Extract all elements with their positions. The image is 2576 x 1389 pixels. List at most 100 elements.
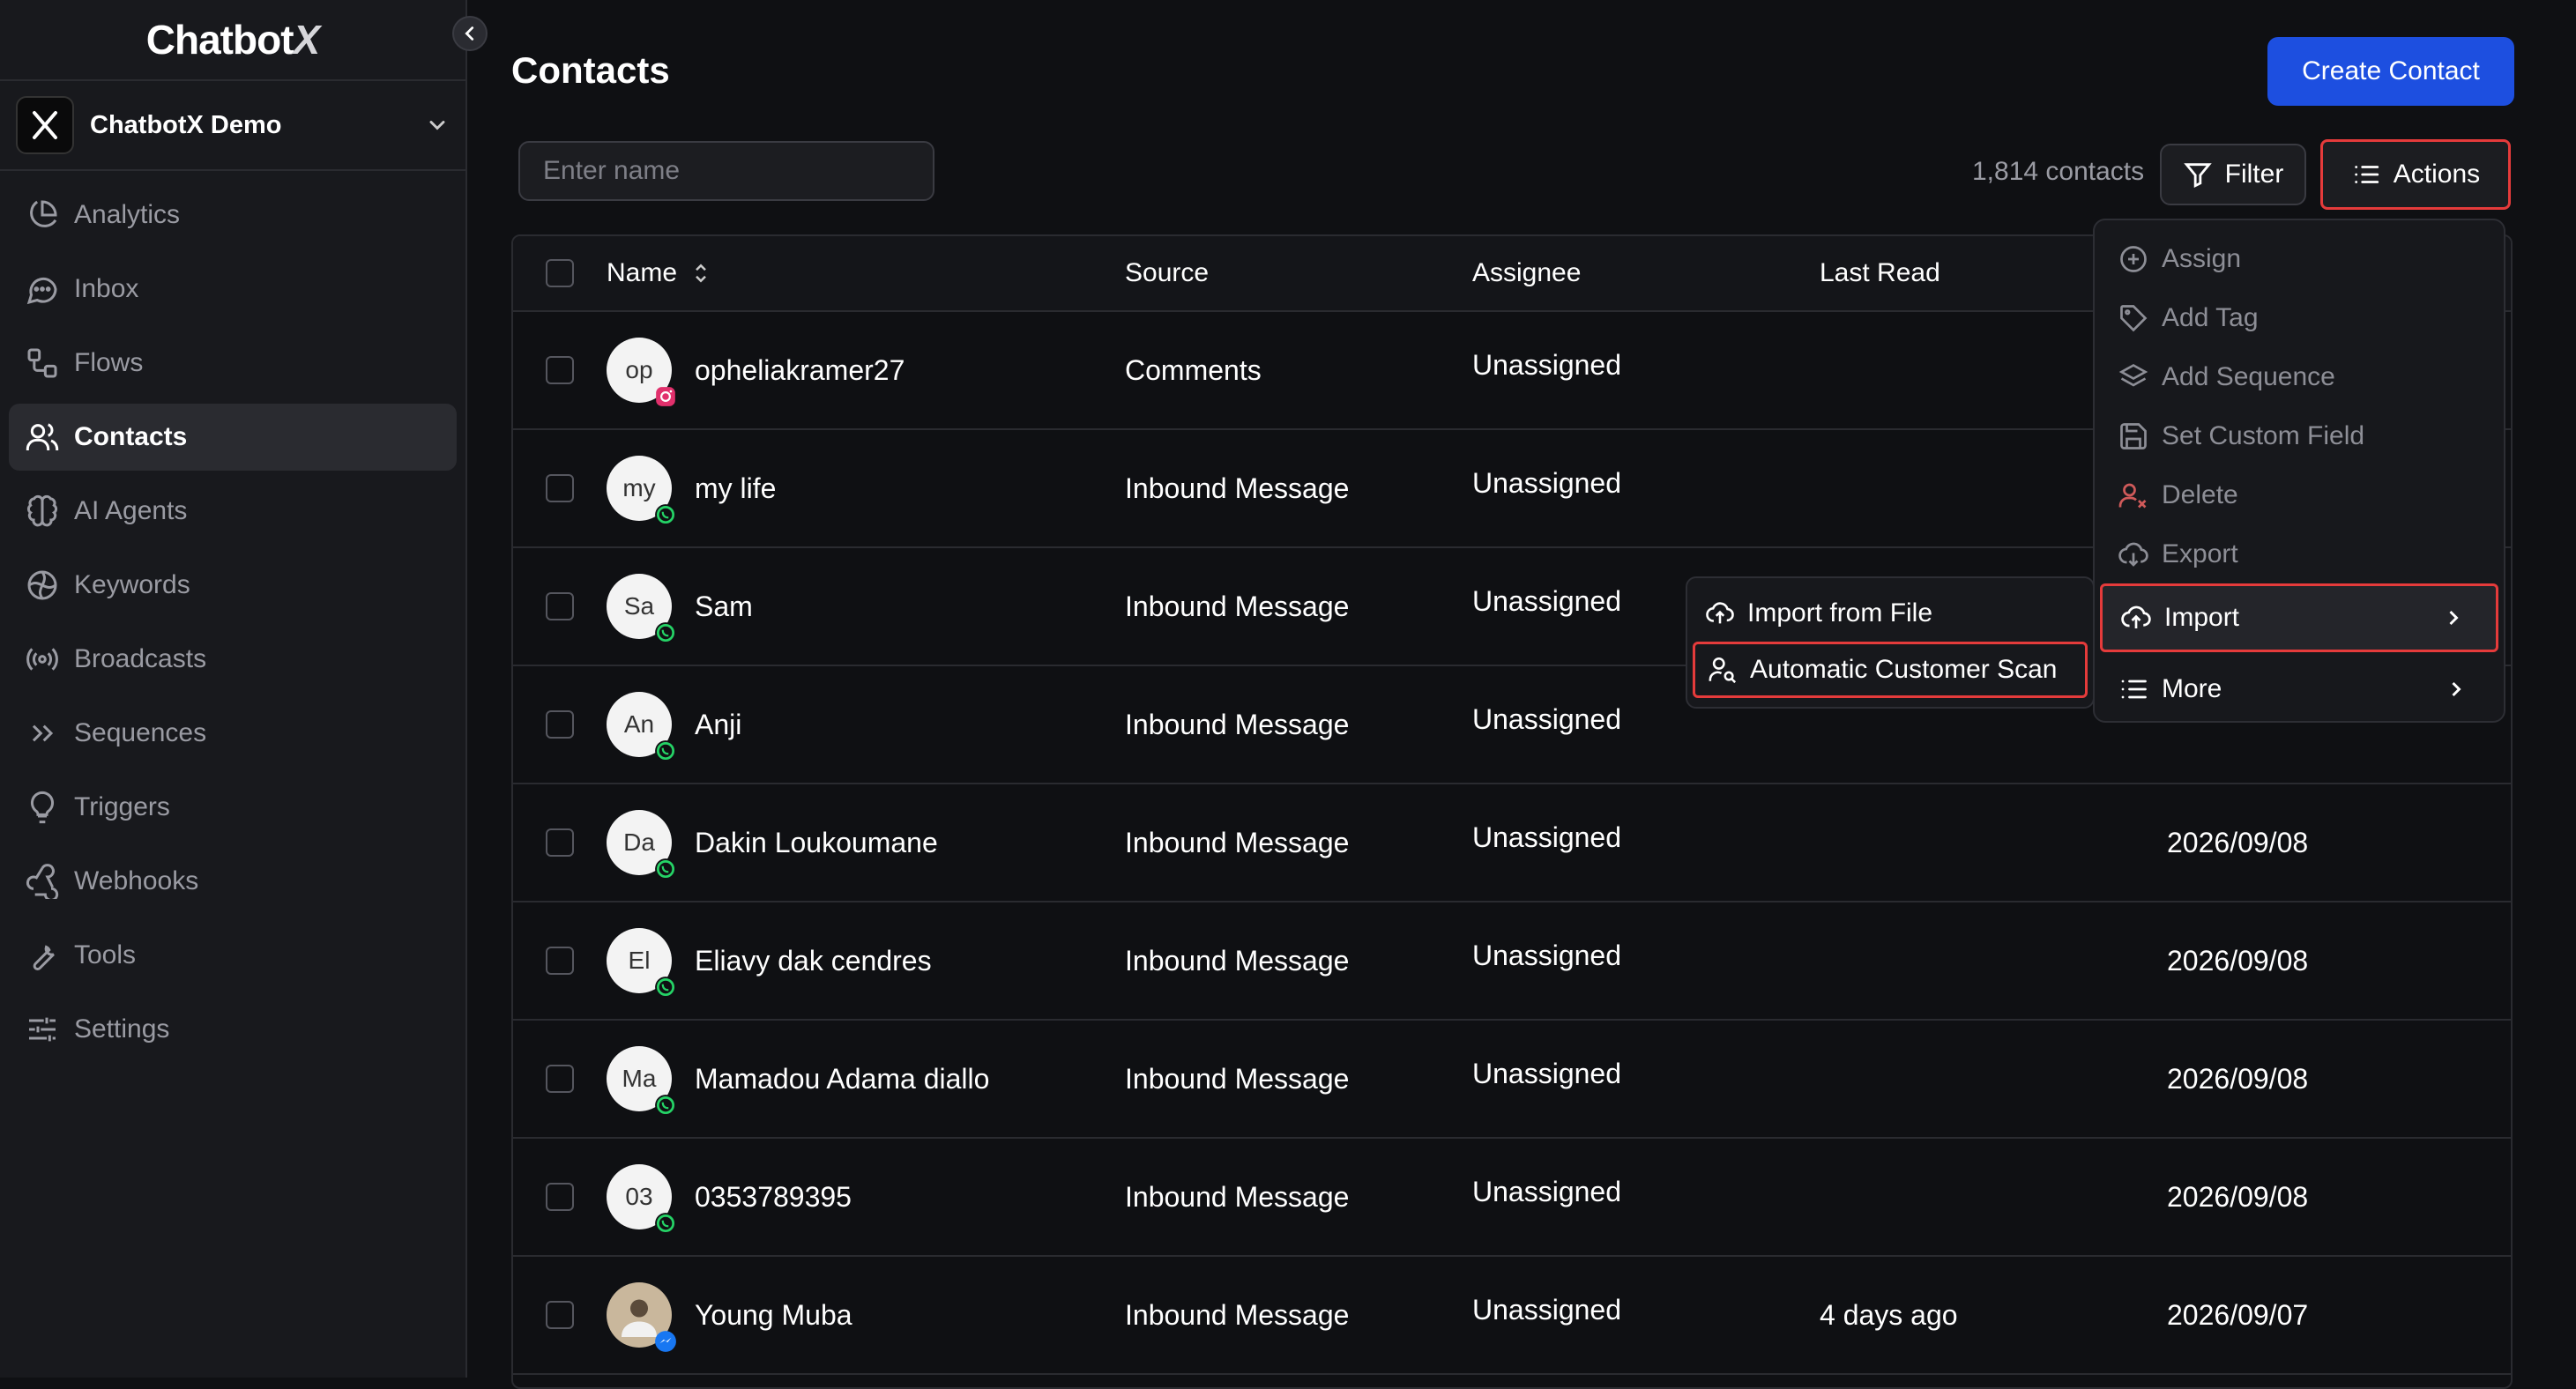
row-checkbox[interactable]: [546, 710, 574, 739]
avatar: 03: [607, 1164, 672, 1229]
row-checkbox[interactable]: [546, 828, 574, 857]
actions-button[interactable]: Actions: [2320, 139, 2511, 210]
menu-item-add-tag[interactable]: Add Tag: [2095, 288, 2504, 347]
contact-assignee[interactable]: Unassigned: [1472, 703, 1621, 735]
sidebar-item-tools[interactable]: Tools: [9, 922, 457, 989]
contact-assignee[interactable]: Unassigned: [1472, 349, 1621, 381]
save-icon: [2118, 420, 2149, 452]
contacts-count: 1,814 contacts: [1972, 157, 2144, 187]
sidebar-item-broadcasts[interactable]: Broadcasts: [9, 626, 457, 693]
row-checkbox[interactable]: [546, 947, 574, 975]
menu-item-more[interactable]: More: [2095, 659, 2504, 718]
contact-assignee[interactable]: Unassigned: [1472, 1176, 1621, 1207]
contact-date: 2026/09/08: [2167, 827, 2511, 859]
avatar: El: [607, 928, 672, 993]
contact-name[interactable]: Dakin Loukoumane: [695, 827, 938, 859]
menu-item-delete[interactable]: Delete: [2095, 465, 2504, 524]
whatsapp-icon: [654, 503, 677, 526]
menu-item-assign[interactable]: Assign: [2095, 229, 2504, 288]
column-name-header[interactable]: Name: [607, 258, 1125, 288]
user-x-icon: [2118, 479, 2149, 511]
sidebar-item-inbox[interactable]: Inbox: [9, 256, 457, 323]
sort-icon: [688, 260, 714, 286]
contact-name[interactable]: Mamadou Adama diallo: [695, 1063, 989, 1096]
webhook-icon: [25, 864, 60, 899]
sidebar-item-settings[interactable]: Settings: [9, 996, 457, 1063]
sidebar-item-ai-agents[interactable]: AI Agents: [9, 478, 457, 545]
menu-item-import[interactable]: Import: [2100, 583, 2498, 652]
submenu-item-import-from-file[interactable]: Import from File: [1687, 585, 2093, 642]
search-input[interactable]: [518, 141, 934, 201]
contact-assignee[interactable]: Unassigned: [1472, 467, 1621, 499]
chevrons-right-icon: [25, 716, 60, 751]
table-row[interactable]: 030353789395Inbound MessageUnassigned202…: [513, 1139, 2511, 1257]
contact-source: Inbound Message: [1125, 472, 1472, 505]
contact-assignee[interactable]: Unassigned: [1472, 1294, 1621, 1326]
sidebar-item-flows[interactable]: Flows: [9, 330, 457, 397]
pie-chart-icon: [25, 197, 60, 233]
page-title: Contacts: [511, 49, 670, 92]
contact-name[interactable]: my life: [695, 472, 776, 505]
sidebar-item-keywords[interactable]: Keywords: [9, 552, 457, 619]
menu-item-export[interactable]: Export: [2095, 524, 2504, 583]
sidebar: ChatbotX ChatbotX Demo Analytics Inbox F…: [0, 0, 467, 1378]
contact-date: 2026/09/08: [2167, 1181, 2511, 1214]
contact-name[interactable]: Anji: [695, 709, 741, 741]
sidebar-item-triggers[interactable]: Triggers: [9, 774, 457, 841]
contact-name[interactable]: Young Muba: [695, 1299, 852, 1332]
contact-name[interactable]: opheliakramer27: [695, 354, 905, 387]
workspace-name: ChatbotX Demo: [90, 111, 425, 140]
row-checkbox[interactable]: [546, 1065, 574, 1093]
select-all-checkbox[interactable]: [546, 259, 574, 287]
contact-source: Inbound Message: [1125, 1299, 1472, 1332]
contact-name[interactable]: Sam: [695, 591, 753, 623]
sidebar-item-contacts[interactable]: Contacts: [9, 404, 457, 471]
contact-name[interactable]: Eliavy dak cendres: [695, 945, 932, 977]
chevron-right-icon: [2441, 605, 2466, 630]
contact-assignee[interactable]: Unassigned: [1472, 1058, 1621, 1089]
row-checkbox[interactable]: [546, 1183, 574, 1211]
table-row[interactable]: ElEliavy dak cendresInbound MessageUnass…: [513, 902, 2511, 1021]
sidebar-item-sequences[interactable]: Sequences: [9, 700, 457, 767]
users-icon: [25, 420, 60, 455]
sidebar-item-analytics[interactable]: Analytics: [9, 182, 457, 249]
chat-bubble-icon: [25, 271, 60, 307]
collapse-sidebar-button[interactable]: [452, 16, 488, 51]
contact-source: Inbound Message: [1125, 827, 1472, 859]
list-icon: [2351, 160, 2381, 189]
avatar: An: [607, 692, 672, 757]
sidebar-item-webhooks[interactable]: Webhooks: [9, 848, 457, 915]
cloud-upload-icon: [1705, 598, 1735, 628]
layers-icon: [2118, 361, 2149, 393]
create-contact-button[interactable]: Create Contact: [2267, 37, 2514, 106]
workspace-switcher[interactable]: ChatbotX Demo: [0, 79, 465, 171]
submenu-item-automatic-customer-scan[interactable]: Automatic Customer Scan: [1693, 642, 2088, 698]
flow-icon: [25, 345, 60, 381]
contact-assignee[interactable]: Unassigned: [1472, 585, 1621, 617]
avatar: op: [607, 338, 672, 403]
whatsapp-icon: [654, 858, 677, 880]
contact-source: Inbound Message: [1125, 591, 1472, 623]
filter-button[interactable]: Filter: [2160, 144, 2306, 205]
row-checkbox[interactable]: [546, 1301, 574, 1329]
table-row[interactable]: Young Muba Inbound MessageUnassigned 4 day…: [513, 1257, 2511, 1375]
instagram-icon: [654, 385, 677, 408]
import-submenu: Import from File Automatic Customer Scan: [1686, 576, 2095, 709]
table-row[interactable]: MaMamadou Adama dialloInbound MessageUna…: [513, 1021, 2511, 1139]
table-row[interactable]: DaDakin LoukoumaneInbound MessageUnassig…: [513, 784, 2511, 902]
menu-item-add-sequence[interactable]: Add Sequence: [2095, 347, 2504, 406]
row-checkbox[interactable]: [546, 474, 574, 502]
avatar: Sa: [607, 574, 672, 639]
list-icon: [2118, 673, 2149, 705]
cloud-upload-icon: [2120, 602, 2152, 634]
contact-last-read: 4 days ago: [1820, 1299, 2167, 1332]
menu-item-set-custom-field[interactable]: Set Custom Field: [2095, 406, 2504, 465]
avatar: Ma: [607, 1046, 672, 1111]
user-search-icon: [1708, 655, 1738, 685]
contact-assignee[interactable]: Unassigned: [1472, 821, 1621, 853]
contact-assignee[interactable]: Unassigned: [1472, 940, 1621, 971]
row-checkbox[interactable]: [546, 592, 574, 620]
row-checkbox[interactable]: [546, 356, 574, 384]
keyword-icon: [25, 568, 60, 603]
contact-name[interactable]: 0353789395: [695, 1181, 852, 1214]
